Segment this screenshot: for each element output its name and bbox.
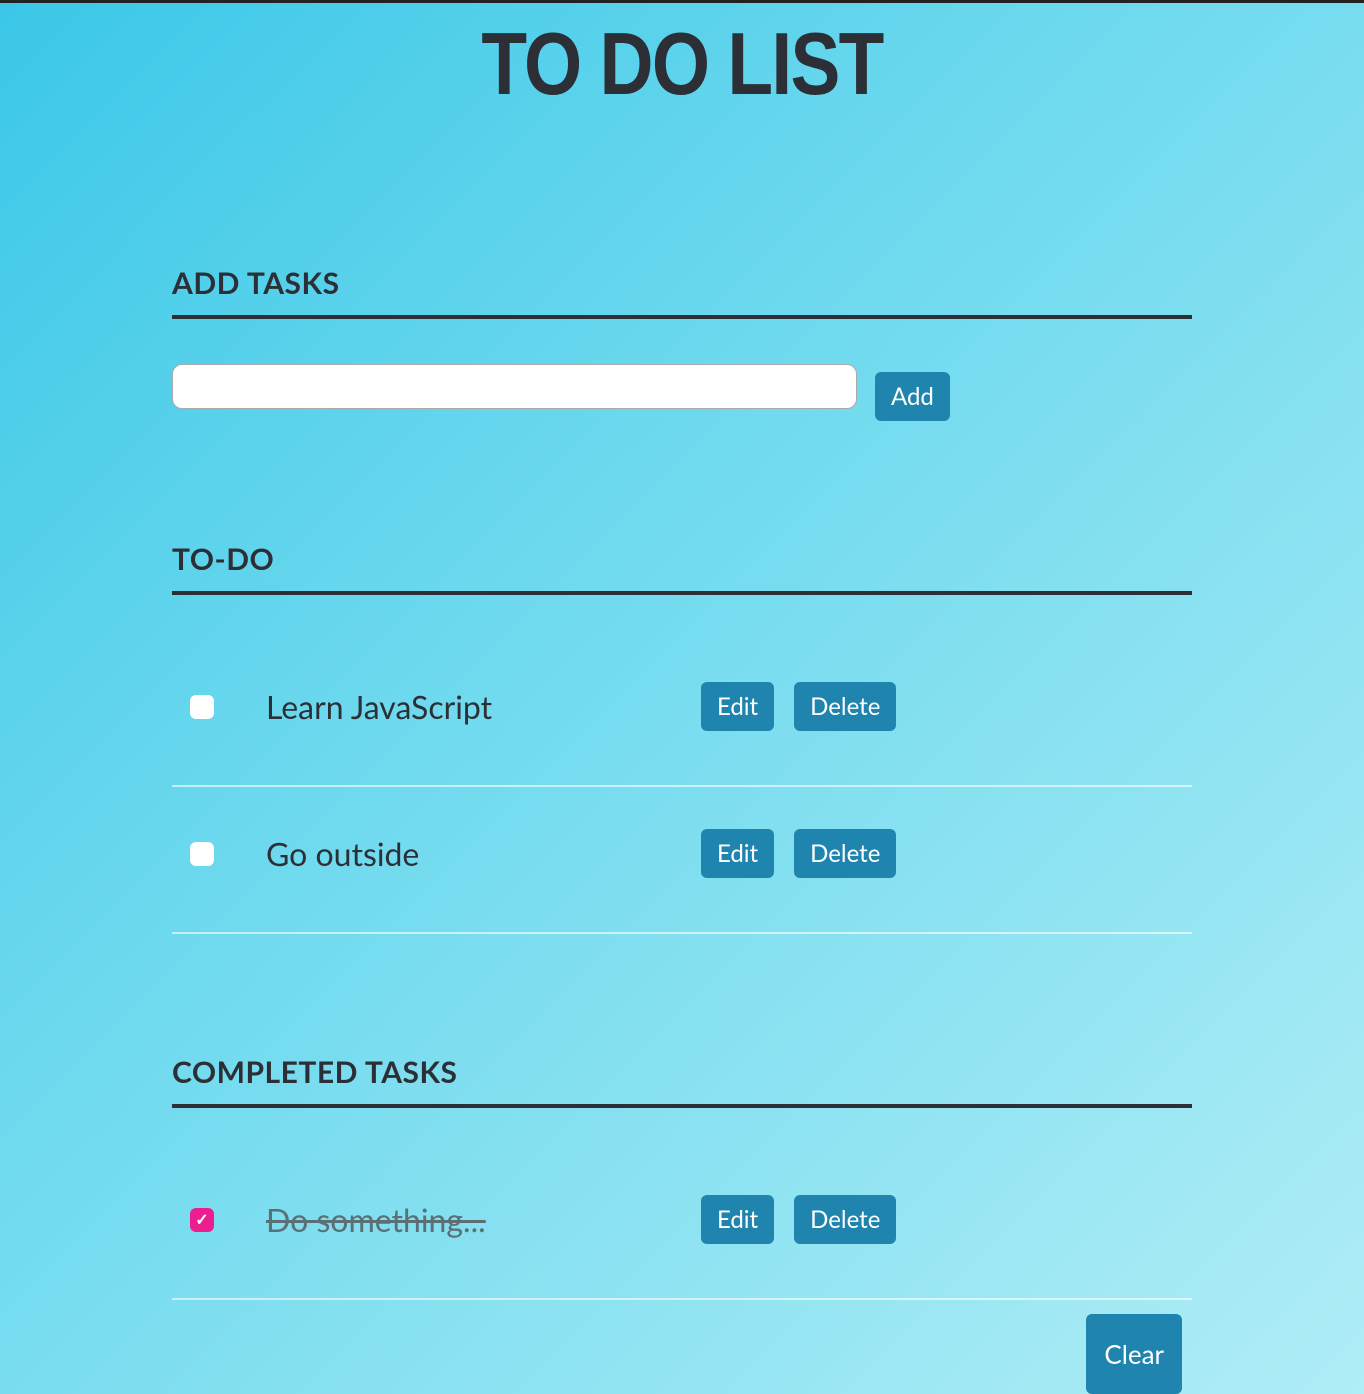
- add-tasks-section: ADD TASKS Add: [172, 265, 1192, 421]
- delete-button[interactable]: Delete: [794, 829, 896, 878]
- delete-button[interactable]: Delete: [794, 682, 896, 731]
- task-item: Learn JavaScript Edit Delete: [172, 640, 1192, 787]
- task-item: Go outside Edit Delete: [172, 787, 1192, 934]
- delete-button[interactable]: Delete: [794, 1195, 896, 1244]
- task-checkbox[interactable]: [190, 1208, 214, 1232]
- todo-list: Learn JavaScript Edit Delete Go outside …: [172, 640, 1192, 934]
- edit-button[interactable]: Edit: [701, 829, 774, 878]
- todo-heading: TO-DO: [172, 541, 1192, 577]
- todo-section: TO-DO Learn JavaScript Edit Delete Go ou…: [172, 541, 1192, 934]
- task-text: Go outside: [266, 834, 701, 873]
- add-button[interactable]: Add: [875, 372, 950, 421]
- task-checkbox[interactable]: [190, 842, 214, 866]
- add-tasks-heading: ADD TASKS: [172, 265, 1192, 301]
- task-item: Do something... Edit Delete: [172, 1153, 1192, 1300]
- edit-button[interactable]: Edit: [701, 682, 774, 731]
- divider: [172, 315, 1192, 319]
- task-checkbox[interactable]: [190, 695, 214, 719]
- app-title: TO DO LIST: [249, 3, 1116, 115]
- completed-heading: COMPLETED TASKS: [172, 1054, 1192, 1090]
- edit-button[interactable]: Edit: [701, 1195, 774, 1244]
- divider: [172, 591, 1192, 595]
- task-text: Do something...: [266, 1200, 701, 1239]
- task-text: Learn JavaScript: [266, 687, 701, 726]
- completed-section: COMPLETED TASKS Do something... Edit Del…: [172, 1054, 1192, 1394]
- divider: [172, 1104, 1192, 1108]
- new-task-input[interactable]: [172, 364, 857, 409]
- completed-list: Do something... Edit Delete: [172, 1153, 1192, 1300]
- clear-button[interactable]: Clear: [1086, 1314, 1182, 1394]
